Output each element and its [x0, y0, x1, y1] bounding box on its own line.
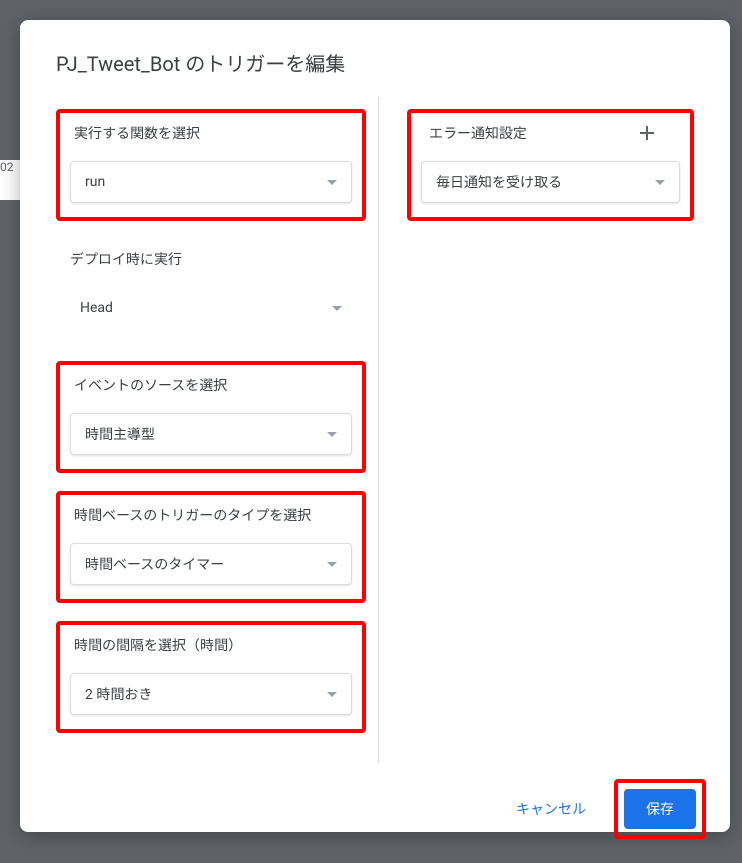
event-source-select[interactable]: 時間主導型 [70, 413, 352, 455]
chevron-down-icon [327, 432, 337, 437]
background-fragment: 02 [0, 160, 20, 200]
function-select-group: 実行する関数を選択 run [56, 109, 366, 221]
chevron-down-icon [655, 180, 665, 185]
save-button-highlight: 保存 [614, 779, 706, 839]
deploy-select[interactable]: Head [66, 287, 356, 329]
trigger-type-select-label: 時間ベースのトリガーのタイプを選択 [70, 505, 352, 525]
trigger-type-select-value: 時間ベースのタイマー [85, 554, 224, 574]
modal-body: 実行する関数を選択 run デプロイ時に実行 Head イベントのソースを選択 … [20, 97, 730, 763]
right-column: エラー通知設定 毎日通知を受け取る [379, 97, 706, 763]
chevron-down-icon [327, 562, 337, 567]
trigger-edit-modal: PJ_Tweet_Bot のトリガーを編集 実行する関数を選択 run デプロイ… [20, 20, 730, 832]
modal-title: PJ_Tweet_Bot のトリガーを編集 [20, 20, 730, 97]
error-notification-group: エラー通知設定 毎日通知を受け取る [407, 109, 694, 221]
event-source-select-group: イベントのソースを選択 時間主導型 [56, 361, 366, 473]
chevron-down-icon [332, 306, 342, 311]
deploy-select-group: デプロイ時に実行 Head [56, 239, 366, 343]
trigger-type-select[interactable]: 時間ベースのタイマー [70, 543, 352, 585]
function-select-value: run [85, 174, 105, 190]
interval-select-label: 時間の間隔を選択（時間） [70, 635, 352, 655]
cancel-button[interactable]: キャンセル [512, 791, 590, 827]
interval-select-group: 時間の間隔を選択（時間） 2 時間おき [56, 621, 366, 733]
error-notification-select[interactable]: 毎日通知を受け取る [421, 161, 680, 203]
left-column: 実行する関数を選択 run デプロイ時に実行 Head イベントのソースを選択 … [44, 97, 379, 763]
deploy-select-value: Head [80, 300, 113, 316]
error-notification-value: 毎日通知を受け取る [436, 172, 562, 192]
plus-icon[interactable] [638, 124, 656, 142]
save-button[interactable]: 保存 [624, 789, 696, 829]
function-select-label: 実行する関数を選択 [70, 123, 352, 143]
interval-select[interactable]: 2 時間おき [70, 673, 352, 715]
interval-select-value: 2 時間おき [85, 684, 152, 704]
chevron-down-icon [327, 692, 337, 697]
modal-footer: キャンセル 保存 [20, 763, 730, 863]
event-source-select-label: イベントのソースを選択 [70, 375, 352, 395]
function-select[interactable]: run [70, 161, 352, 203]
error-notification-label: エラー通知設定 [425, 123, 527, 143]
chevron-down-icon [327, 180, 337, 185]
trigger-type-select-group: 時間ベースのトリガーのタイプを選択 時間ベースのタイマー [56, 491, 366, 603]
event-source-select-value: 時間主導型 [85, 424, 155, 444]
deploy-select-label: デプロイ時に実行 [66, 249, 356, 269]
